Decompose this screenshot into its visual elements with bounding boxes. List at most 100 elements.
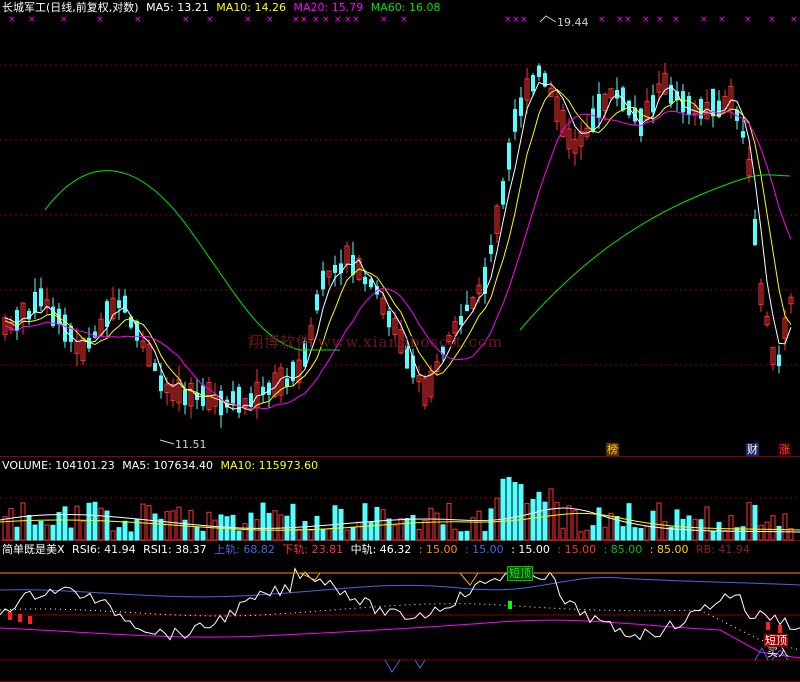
event-x-mark: ×: [642, 15, 650, 25]
volume-bar: [524, 503, 530, 541]
volume-bar: [320, 528, 326, 541]
event-x-mark: ×: [292, 15, 300, 25]
event-x-mark: ×: [96, 15, 104, 25]
volume-ma5-readout: MA5: 107634.40: [122, 459, 213, 472]
volume-bar: [542, 501, 548, 541]
volume-bar: [116, 527, 122, 541]
volume-bar: [770, 515, 776, 541]
candle-down: [249, 393, 253, 407]
candle-down: [753, 219, 757, 246]
volume-bar: [548, 488, 554, 541]
volume-bar: [98, 507, 104, 541]
volume-bar: [710, 530, 716, 541]
volume-bar: [74, 505, 80, 541]
candle-down: [105, 301, 109, 327]
volume-bar: [158, 518, 164, 541]
signal-bar: [778, 625, 782, 633]
event-marker-cai[interactable]: 财: [746, 443, 759, 456]
ma20-readout: MA20: 15.79: [293, 1, 364, 14]
ma5-readout: MA5: 13.21: [146, 1, 209, 14]
volume-bar: [644, 525, 650, 541]
event-x-mark: ×: [656, 15, 664, 25]
candle-down: [285, 378, 289, 387]
volume-bar: [416, 528, 422, 541]
volume-bar: [290, 503, 296, 541]
volume-bar: [110, 530, 116, 541]
volume-bar: [50, 524, 56, 541]
volume-bar: [722, 530, 728, 541]
volume-bar: [260, 502, 266, 541]
event-marker-zhang[interactable]: 涨: [778, 443, 791, 456]
ma60-readout: MA60: 16.08: [370, 1, 441, 14]
volume-bar: [314, 515, 320, 541]
volume-bar: [536, 491, 542, 541]
event-x-mark: ×: [520, 15, 528, 25]
indicator-name: 简单既是美X: [2, 543, 65, 556]
volume-bar: [248, 512, 254, 541]
volume-bar: [626, 503, 632, 541]
volume-bar: [68, 527, 74, 541]
volume-bar: [674, 509, 680, 541]
volume-header: VOLUME: 104101.23 MA5: 107634.40 MA10: 1…: [2, 458, 322, 473]
ma60-line: [44, 170, 791, 351]
candle-down: [363, 276, 367, 285]
level-6-readout: : 85.00: [649, 543, 689, 556]
volume-bar: [638, 528, 644, 541]
volume-bar: [44, 524, 50, 541]
volume-bar: [8, 508, 14, 541]
main-panel-bottom-border: [0, 456, 800, 457]
mid-band-readout: 中轨: 46.32: [350, 543, 412, 556]
volume-bar: [14, 526, 20, 541]
candle-down: [501, 181, 505, 205]
candle-down: [699, 98, 703, 119]
short-top-signal: 短顶: [507, 566, 533, 581]
volume-bar: [272, 510, 278, 541]
volume-bar: [506, 476, 512, 541]
signal-bar: [28, 616, 32, 624]
volume-bar: [500, 478, 506, 541]
ma5-line: [4, 81, 792, 410]
candle-down: [315, 294, 319, 311]
volume-bar: [104, 510, 110, 541]
event-x-mark: ×: [718, 15, 726, 25]
event-x-mark: ×: [768, 15, 776, 25]
volume-bar: [356, 521, 362, 541]
volume-bar: [164, 511, 170, 541]
candle-down: [231, 391, 235, 405]
candle-down: [333, 264, 337, 273]
main-chart-header: 长城军工(日线,前复权,对数) MA5: 13.21 MA10: 14.26 M…: [2, 0, 444, 15]
event-x-mark: ×: [700, 15, 708, 25]
high-price-leader: [539, 15, 557, 23]
candle-down: [507, 142, 511, 170]
candle-down: [741, 131, 745, 138]
volume-bar: [530, 498, 536, 541]
volume-bar: [662, 521, 668, 541]
signal-bar: [18, 614, 22, 622]
volume-bar: [632, 527, 638, 541]
volume-bar: [488, 508, 494, 541]
stock-chart-window: × × × × × × × × × × × × × × × × × × × × × × × × × × × × × × × × 长城军工(日线…: [0, 0, 800, 682]
event-marker-bang[interactable]: 榜: [606, 443, 619, 456]
ma10-line: [4, 88, 792, 412]
volume-bar: [728, 515, 734, 541]
volume-bar: [578, 531, 584, 541]
event-x-mark: ×: [344, 15, 352, 25]
indicator-header: 简单既是美X RSI6: 41.94 RSI1: 38.37 上轨: 68.82…: [2, 542, 754, 557]
candle-down: [531, 75, 535, 92]
event-x-mark: ×: [400, 15, 408, 25]
volume-bar: [686, 515, 692, 541]
volume-bar: [458, 531, 464, 541]
volume-bar: [422, 519, 428, 541]
signal-bar: [8, 612, 12, 620]
candle-down: [459, 315, 463, 325]
volume-bar: [140, 503, 146, 541]
volume-bar: [512, 482, 518, 541]
candle-down: [39, 288, 43, 307]
volume-bar: [470, 517, 476, 541]
volume-bar: [122, 520, 128, 541]
lower-band-line: [0, 619, 800, 659]
event-x-mark: ×: [8, 15, 16, 25]
upper-band-line: [0, 577, 800, 598]
volume-bar: [92, 501, 98, 541]
level-2-readout: : 15.00: [464, 543, 504, 556]
